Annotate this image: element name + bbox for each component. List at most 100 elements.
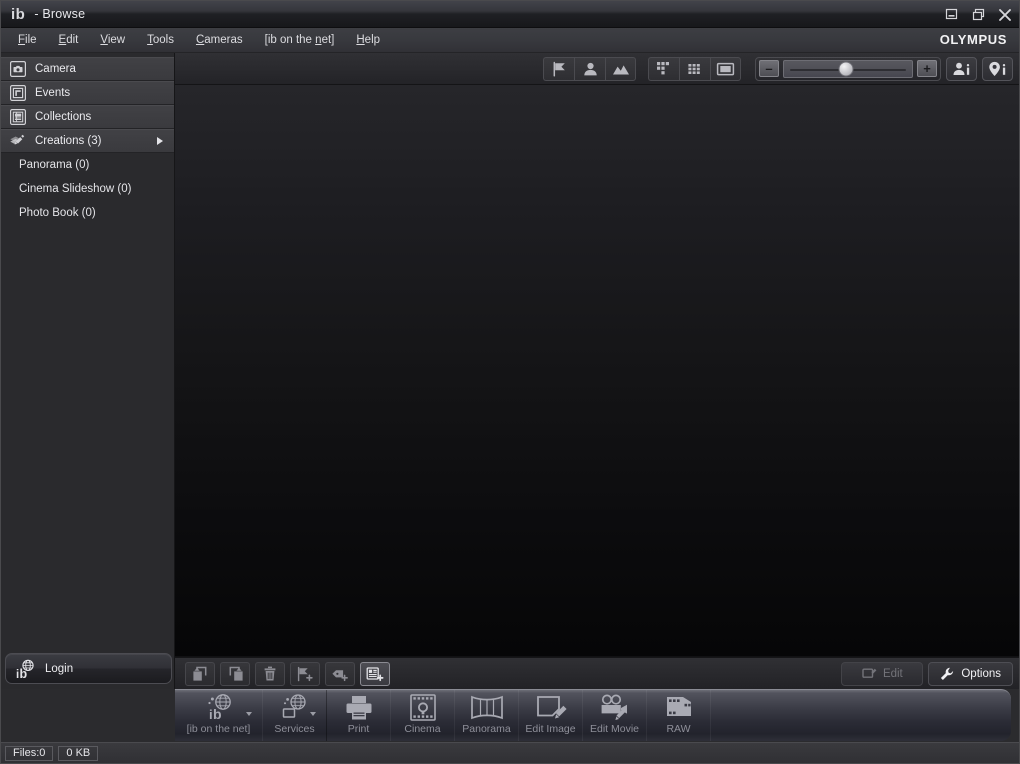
zoom-in-button[interactable]: + bbox=[917, 60, 937, 77]
dock-item-services[interactable]: Services bbox=[263, 690, 327, 741]
restore-button[interactable] bbox=[970, 7, 986, 23]
main-bottom-bar: Edit Options bbox=[175, 657, 1019, 689]
delete-button[interactable] bbox=[255, 661, 285, 686]
events-icon bbox=[9, 85, 26, 102]
menu-edit[interactable]: Edit bbox=[48, 31, 90, 49]
place-info-button[interactable] bbox=[982, 56, 1013, 81]
svg-text:b: b bbox=[20, 667, 28, 679]
sidebar-nav: Camera Events Collections Creations (3) … bbox=[1, 53, 174, 225]
chevron-right-icon[interactable] bbox=[157, 137, 163, 145]
creations-icon bbox=[9, 133, 26, 150]
sidebar-item-camera[interactable]: Camera bbox=[1, 57, 174, 81]
grid-icon bbox=[686, 61, 704, 77]
status-file-count: Files:0 bbox=[5, 745, 54, 761]
dock-item-cinema[interactable]: Cinema bbox=[391, 690, 455, 741]
sidebar-item-collections[interactable]: Collections bbox=[1, 105, 174, 129]
body-region: Camera Events Collections Creations (3) … bbox=[1, 53, 1019, 689]
add-tag-button[interactable] bbox=[325, 661, 355, 686]
menu-bar: File Edit View Tools Cameras [ib on the … bbox=[1, 28, 1019, 53]
edit-label: Edit bbox=[882, 667, 903, 680]
status-bar: Files:0 0 KB bbox=[1, 742, 1019, 763]
dock-empty-area bbox=[711, 690, 1011, 741]
trash-icon bbox=[262, 666, 278, 682]
single-frame-icon bbox=[716, 61, 735, 77]
edit-button[interactable]: Edit bbox=[841, 661, 924, 686]
dock-item-ib-on-the-net[interactable]: i b [ib on the net] bbox=[175, 690, 263, 741]
people-filter-button[interactable] bbox=[574, 56, 605, 81]
rotate-right-icon bbox=[227, 666, 244, 682]
dock-item-edit-image[interactable]: Edit Image bbox=[519, 690, 583, 741]
sidebar-subitem-label: Panorama (0) bbox=[19, 159, 90, 171]
add-flag-button[interactable] bbox=[290, 661, 320, 686]
rotate-left-button[interactable] bbox=[185, 661, 215, 686]
application-window: ib - Browse File Edit View Tools Cameras… bbox=[0, 0, 1020, 764]
flag-plus-icon bbox=[296, 666, 314, 682]
sidebar: Camera Events Collections Creations (3) … bbox=[1, 53, 175, 689]
svg-text:b: b bbox=[213, 706, 222, 722]
app-logo-b: b bbox=[15, 5, 25, 23]
main-panel: – + Edit Options bbox=[175, 53, 1019, 689]
login-button[interactable]: i b Login bbox=[5, 653, 172, 684]
menu-file[interactable]: File bbox=[7, 31, 48, 49]
dock-item-label: Edit Image bbox=[525, 723, 576, 735]
single-view-button[interactable] bbox=[710, 56, 741, 81]
chevron-down-icon[interactable] bbox=[310, 712, 316, 716]
edit-image-icon bbox=[535, 692, 567, 724]
close-button[interactable] bbox=[997, 7, 1013, 23]
menu-help[interactable]: Help bbox=[345, 31, 391, 49]
dock-item-raw[interactable]: RAW bbox=[647, 690, 711, 741]
zoom-slider-track[interactable] bbox=[783, 59, 913, 78]
title-bar: ib - Browse bbox=[1, 1, 1019, 28]
sidebar-subitem-label: Photo Book (0) bbox=[19, 207, 96, 219]
window-controls bbox=[943, 1, 1013, 28]
window-title: - Browse bbox=[34, 7, 86, 21]
add-info-button[interactable] bbox=[360, 661, 390, 686]
people-info-button[interactable] bbox=[946, 56, 977, 81]
grid-view-button[interactable] bbox=[679, 56, 710, 81]
place-info-icon bbox=[988, 61, 1008, 77]
app-logo: ib bbox=[11, 5, 25, 23]
ib-globe-icon: i b bbox=[15, 659, 37, 679]
menu-ib-on-the-net[interactable]: [ib on the net] bbox=[254, 31, 346, 49]
dock-item-panorama[interactable]: Panorama bbox=[455, 690, 519, 741]
printer-icon bbox=[343, 692, 375, 724]
login-label: Login bbox=[45, 662, 74, 675]
dock-item-edit-movie[interactable]: Edit Movie bbox=[583, 690, 647, 741]
filter-button-group bbox=[543, 56, 636, 81]
thumbnail-canvas[interactable] bbox=[175, 85, 1019, 657]
minimize-button[interactable] bbox=[943, 7, 959, 23]
dock-item-label: RAW bbox=[666, 723, 691, 735]
info-plus-icon bbox=[366, 666, 384, 682]
chevron-down-icon[interactable] bbox=[246, 712, 252, 716]
sidebar-item-events[interactable]: Events bbox=[1, 81, 174, 105]
calendar-view-button[interactable] bbox=[648, 56, 679, 81]
sidebar-subitem-cinema-slideshow[interactable]: Cinema Slideshow (0) bbox=[1, 177, 174, 201]
zoom-out-button[interactable]: – bbox=[759, 60, 779, 77]
dock-item-label: Cinema bbox=[404, 723, 441, 735]
raw-film-icon bbox=[663, 692, 695, 724]
main-toolbar: – + bbox=[175, 53, 1019, 85]
dock-item-label: Panorama bbox=[462, 723, 511, 735]
flag-filter-button[interactable] bbox=[543, 56, 574, 81]
rotate-left-icon bbox=[192, 666, 209, 682]
sidebar-subitem-photo-book[interactable]: Photo Book (0) bbox=[1, 201, 174, 225]
olympus-brand-logo: OLYMPUS bbox=[939, 32, 1007, 47]
dock-item-label: Services bbox=[274, 723, 315, 735]
dock-item-label: Print bbox=[347, 723, 370, 735]
sidebar-subitem-panorama[interactable]: Panorama (0) bbox=[1, 153, 174, 177]
wrench-icon bbox=[940, 667, 955, 681]
collections-icon bbox=[9, 109, 26, 126]
rotate-right-button[interactable] bbox=[220, 661, 250, 686]
sidebar-item-label: Creations (3) bbox=[35, 135, 102, 147]
sidebar-item-creations[interactable]: Creations (3) bbox=[1, 129, 174, 153]
menu-cameras[interactable]: Cameras bbox=[185, 31, 254, 49]
menu-tools[interactable]: Tools bbox=[136, 31, 185, 49]
menu-view[interactable]: View bbox=[89, 31, 136, 49]
dock-item-print[interactable]: Print bbox=[327, 690, 391, 741]
login-area: i b Login bbox=[5, 653, 172, 684]
scene-filter-button[interactable] bbox=[605, 56, 636, 81]
options-button[interactable]: Options bbox=[928, 661, 1013, 686]
zoom-slider-handle[interactable] bbox=[838, 61, 854, 76]
view-button-group bbox=[648, 56, 741, 81]
sidebar-item-label: Collections bbox=[35, 111, 92, 123]
